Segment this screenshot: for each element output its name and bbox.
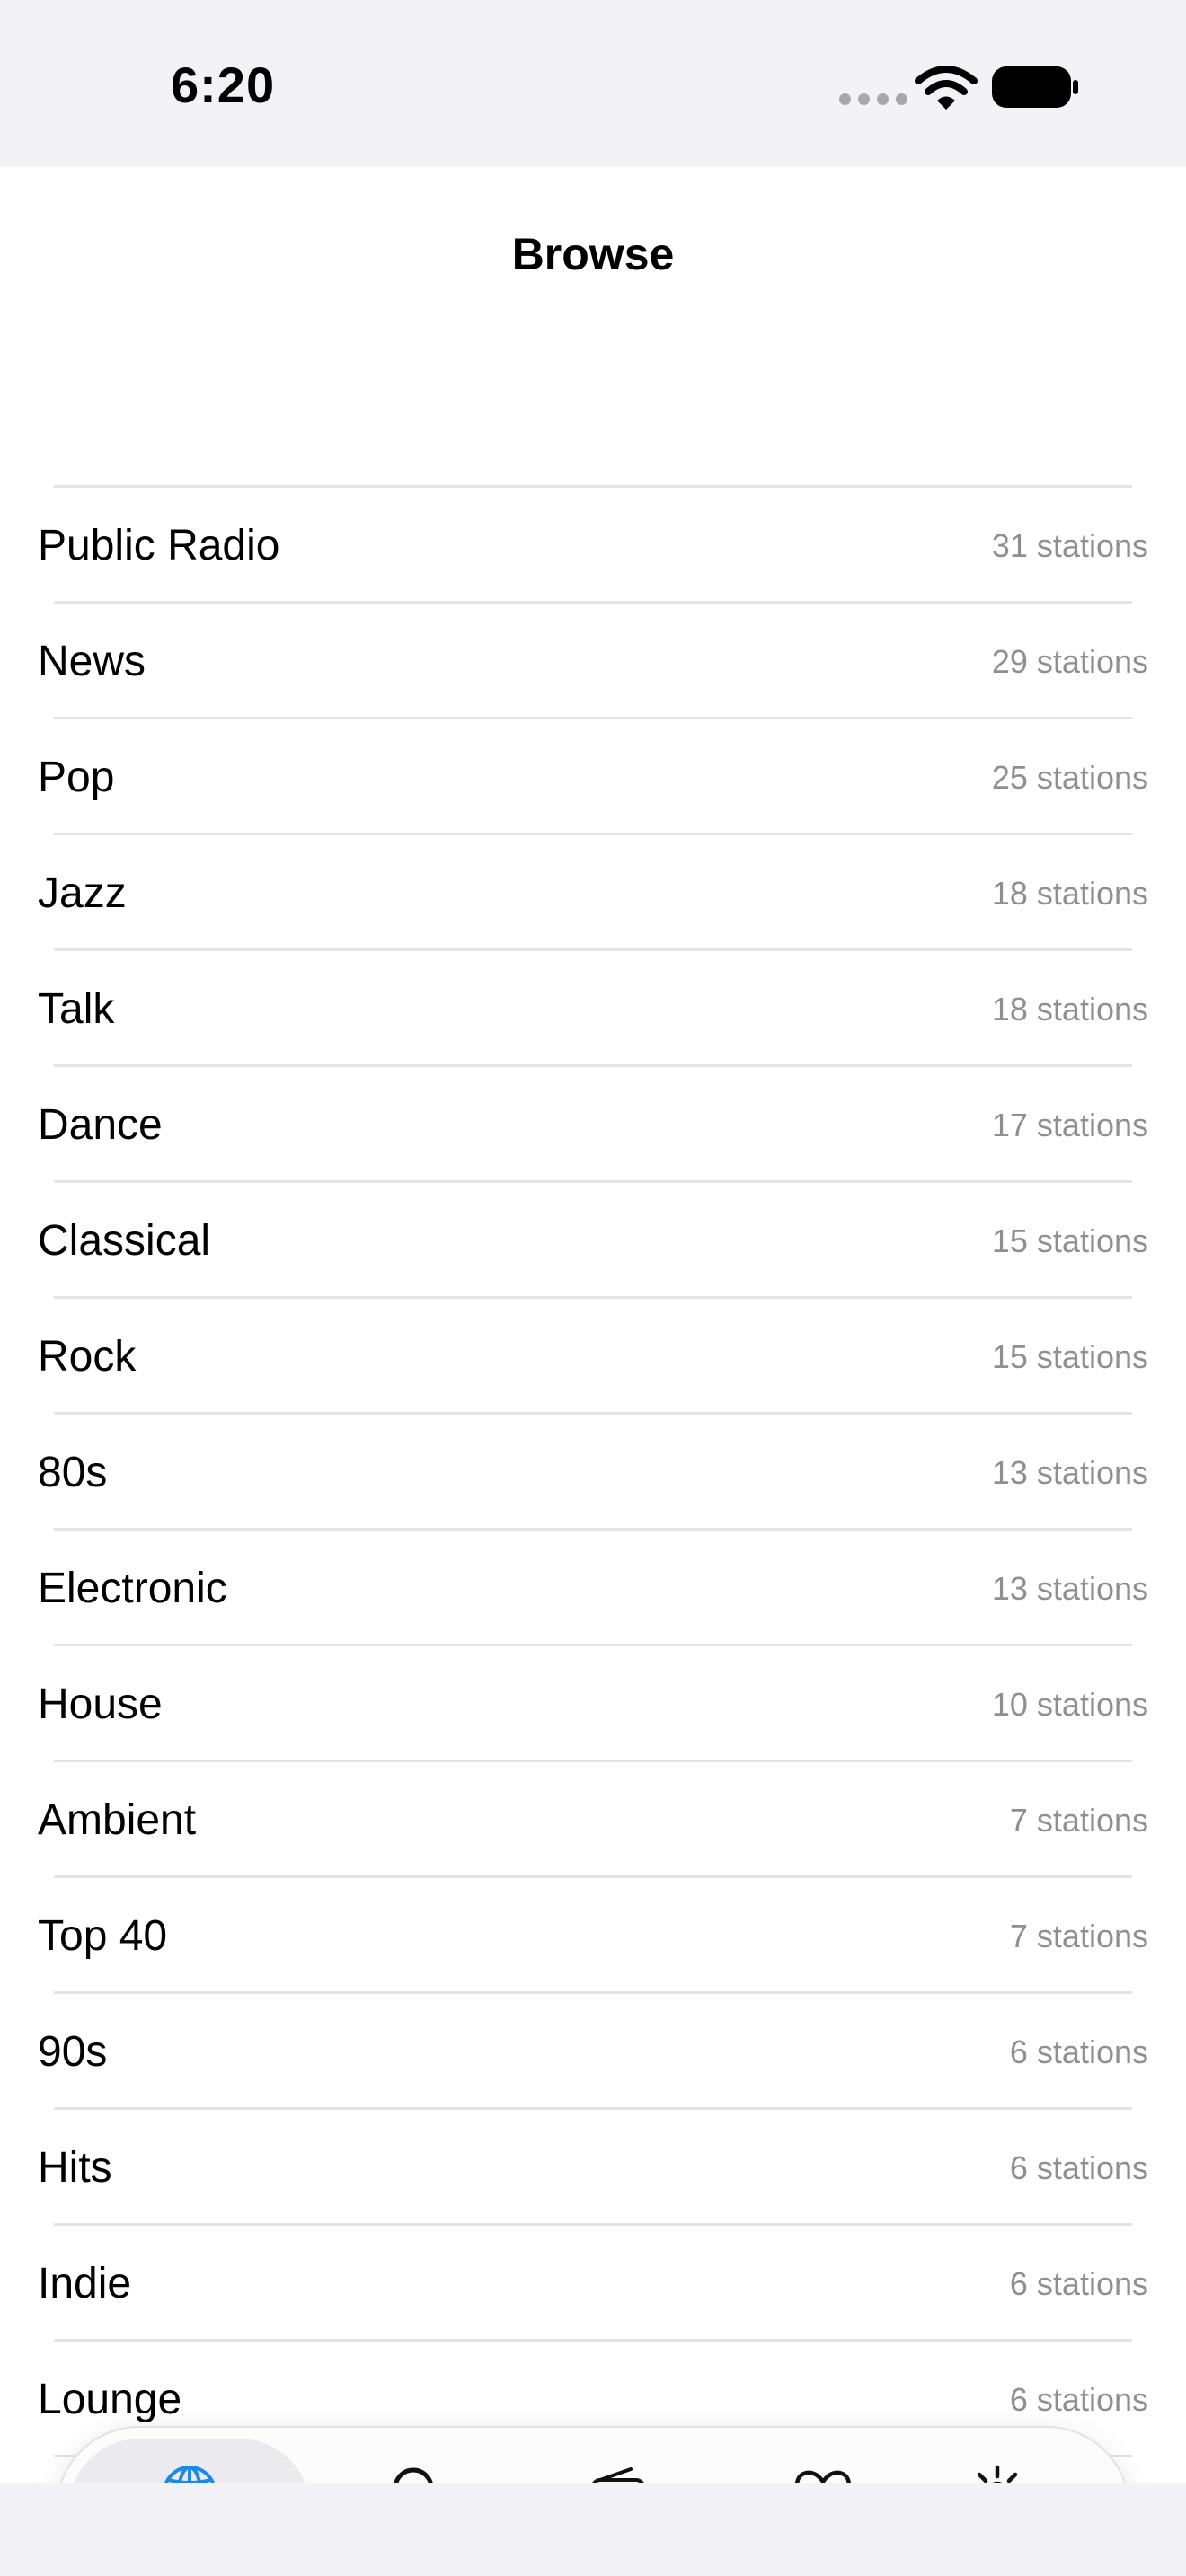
genre-list: Public Radio 31 stations News 29 station… (0, 485, 1186, 2457)
status-time: 6:20 (171, 57, 276, 113)
genre-station-count: 15 stations (991, 1337, 1148, 1375)
battery-icon (992, 66, 1078, 108)
gear-icon (967, 2462, 1028, 2483)
genre-row[interactable]: Talk 18 stations (0, 951, 1186, 1067)
genre-row[interactable]: Dance 17 stations (0, 1067, 1186, 1183)
genre-name: News (38, 638, 146, 685)
genre-row[interactable]: Public Radio 31 stations (0, 488, 1186, 604)
page-title: Browse (511, 229, 675, 279)
genre-station-count: 10 stations (991, 1685, 1148, 1723)
genre-station-count: 31 stations (991, 526, 1148, 564)
magnifier-icon (387, 2462, 448, 2483)
genre-name: Top 40 (38, 1912, 168, 1960)
heart-icon (792, 2462, 854, 2483)
genre-row[interactable]: Hits 6 stations (0, 2110, 1186, 2226)
genre-name: Hits (38, 2144, 112, 2192)
wifi-icon (915, 66, 978, 110)
genre-station-count: 18 stations (991, 874, 1148, 912)
genre-name: Lounge (38, 2376, 182, 2423)
genre-station-count: 6 stations (1009, 2380, 1148, 2418)
genre-name: Classical (38, 1217, 211, 1265)
genre-name: Pop (38, 754, 115, 801)
genre-name: 80s (38, 1449, 108, 1496)
genre-name: Electronic (38, 1565, 227, 1612)
genre-name: Rock (38, 1333, 137, 1381)
genre-station-count: 18 stations (991, 990, 1148, 1028)
genre-row[interactable]: Classical 15 stations (0, 1183, 1186, 1299)
status-bar: 6:20 (0, 0, 1186, 167)
genre-name: House (38, 1681, 163, 1728)
genre-station-count: 7 stations (1009, 1917, 1148, 1954)
genre-station-count: 29 stations (991, 642, 1148, 680)
tab-settings[interactable]: Settings (907, 2439, 1087, 2483)
tab-now-playing[interactable]: Now Playing (501, 2439, 735, 2483)
browse-screen: Browse Public Radio 31 stations News 29 … (0, 167, 1186, 2483)
genre-row[interactable]: Electronic 13 stations (0, 1531, 1186, 1646)
tab-library[interactable]: Library (751, 2439, 895, 2483)
tab-browse[interactable]: Browse (68, 2439, 311, 2483)
genre-row[interactable]: Rock 15 stations (0, 1299, 1186, 1415)
genre-name: Public Radio (38, 522, 280, 569)
genre-station-count: 13 stations (991, 1453, 1148, 1491)
genre-name: Ambient (38, 1796, 197, 1844)
genre-row[interactable]: Jazz 18 stations (0, 835, 1186, 951)
genre-row[interactable]: 80s 13 stations (0, 1415, 1186, 1531)
genre-station-count: 15 stations (991, 1222, 1148, 1259)
genre-row[interactable]: 90s 6 stations (0, 1994, 1186, 2110)
genre-station-count: 25 stations (991, 758, 1148, 796)
radio-icon (588, 2462, 649, 2483)
genre-name: Talk (38, 985, 115, 1033)
genre-name: Dance (38, 1101, 163, 1149)
globe-icon (159, 2462, 220, 2483)
tab-bar: Browse SearchNow Playing Library Settings (56, 2426, 1130, 2483)
genre-row[interactable]: Indie 6 stations (0, 2226, 1186, 2342)
genre-row[interactable]: Ambient 7 stations (0, 1762, 1186, 1878)
genre-station-count: 7 stations (1009, 1801, 1148, 1839)
genre-station-count: 6 stations (1009, 2264, 1148, 2302)
genre-station-count: 13 stations (991, 1569, 1148, 1607)
genre-row[interactable]: Pop 25 stations (0, 719, 1186, 835)
genre-name: 90s (38, 2028, 108, 2076)
genre-row[interactable]: Top 40 7 stations (0, 1878, 1186, 1994)
genre-station-count: 6 stations (1009, 2033, 1148, 2070)
cellular-signal-icon (839, 93, 907, 105)
genre-row[interactable]: House 10 stations (0, 1646, 1186, 1762)
genre-name: Jazz (38, 869, 127, 917)
genre-station-count: 6 stations (1009, 2148, 1148, 2186)
genre-station-count: 17 stations (991, 1106, 1148, 1143)
genre-name: Indie (38, 2260, 132, 2307)
tab-search[interactable]: Search (341, 2439, 494, 2483)
genre-row[interactable]: News 29 stations (0, 604, 1186, 719)
